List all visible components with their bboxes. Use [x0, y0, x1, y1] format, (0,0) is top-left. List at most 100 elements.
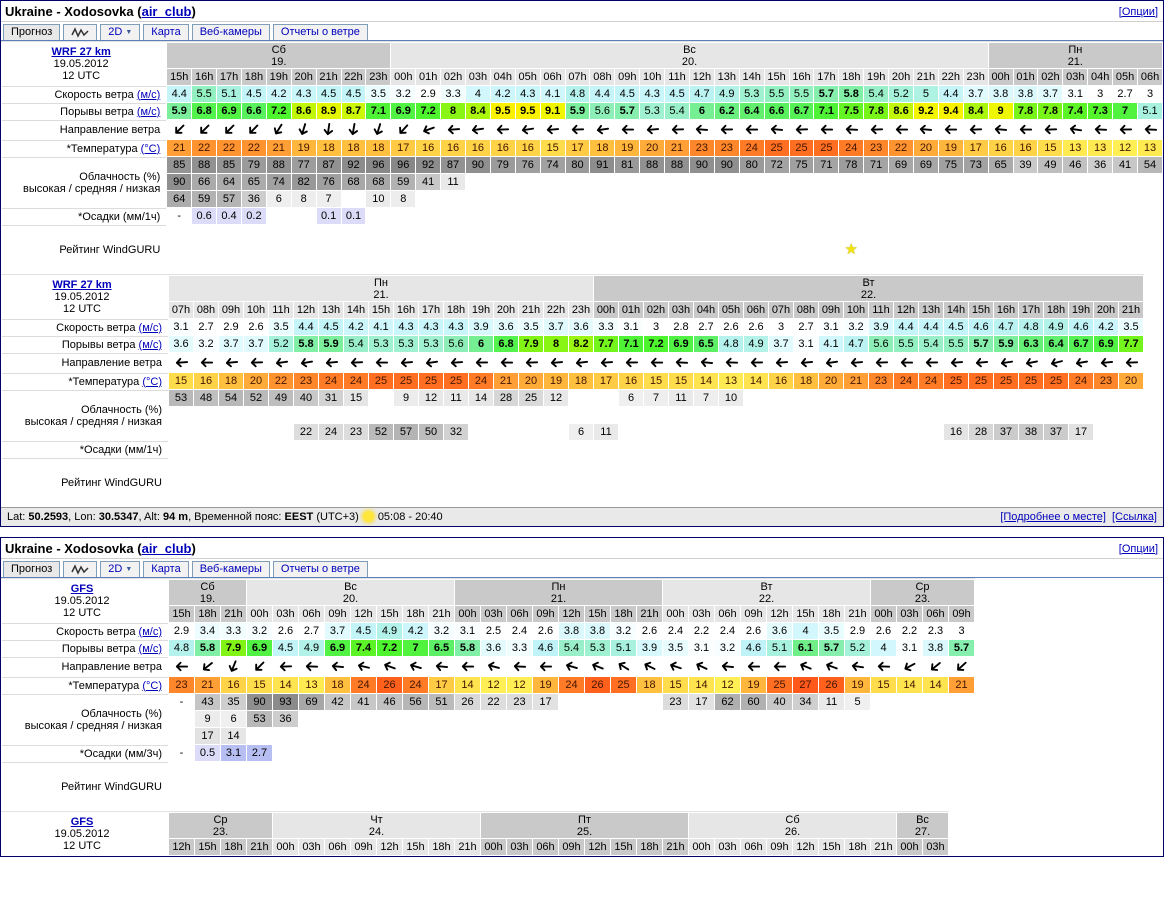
gusts-unit-link[interactable]: (м/с) [139, 643, 162, 655]
temperature-cell: 16 [491, 140, 515, 156]
precip-cell [715, 208, 739, 224]
wind-gust-cell: 8.4 [466, 103, 490, 119]
model-link[interactable]: WRF 27 km [52, 279, 111, 291]
wind-speed-cell: 3.6 [767, 623, 792, 639]
tab-веб-камеры[interactable]: Веб-камеры [192, 24, 270, 40]
wind-direction-cell [740, 120, 764, 139]
model-link[interactable]: GFS [71, 583, 94, 595]
tab-graph[interactable] [63, 561, 97, 577]
options-link[interactable]: [Опции] [1119, 543, 1158, 555]
club-link[interactable]: air_club [142, 541, 192, 556]
cloud-cell [1088, 174, 1112, 190]
temp-unit-link[interactable]: (°C) [141, 143, 161, 155]
wind-speed-cell: 2.6 [273, 623, 298, 639]
place-details-link[interactable]: [Подробнее о месте] [1000, 511, 1106, 523]
speed-unit-link[interactable]: (м/с) [139, 322, 162, 334]
rating-cell [342, 225, 366, 273]
speed-unit-link[interactable]: (м/с) [137, 89, 160, 101]
tab-отчеты-о-ветре[interactable]: Отчеты о ветре [273, 561, 368, 577]
temperature-cell: 15 [247, 677, 272, 693]
wind-gust-cell: 3.9 [637, 640, 662, 656]
cloud-cell [194, 424, 218, 440]
cloud-cell: 59 [192, 191, 216, 207]
club-link[interactable]: air_club [142, 4, 192, 19]
cloud-cell [516, 191, 540, 207]
rating-row-label: Рейтинг WindGURU [2, 762, 168, 810]
hour-header-cell: 14h [344, 302, 368, 318]
wind-gust-cell: 4.8 [169, 640, 194, 656]
cloud-cell [794, 424, 818, 440]
cloud-cell: 6 [569, 424, 593, 440]
model-link[interactable]: WRF 27 km [52, 46, 111, 58]
tab-отчеты-о-ветре[interactable]: Отчеты о ветре [273, 24, 368, 40]
tab-2d[interactable]: 2D▼ [100, 561, 140, 577]
wind-direction-arrow-icon [523, 355, 539, 371]
wind-direction-cell [469, 353, 493, 372]
cloud-cell [719, 424, 743, 440]
rating-cell [394, 458, 418, 506]
cloud-row-label: Облачность (%)высокая / средняя / низкая [2, 390, 168, 440]
precip-cell [719, 441, 743, 457]
speed-unit-link[interactable]: (м/с) [139, 626, 162, 638]
wind-speed-cell: 5.5 [790, 86, 814, 102]
hour-header-cell: 21h [637, 606, 662, 622]
wind-direction-cell [637, 657, 662, 676]
wind-speed-cell: 5 [914, 86, 938, 102]
temperature-cell: 23 [715, 140, 739, 156]
tab-graph[interactable] [63, 24, 97, 40]
cloud-cell: 28 [494, 390, 518, 406]
hour-header-cell: 17h [217, 69, 241, 85]
cloud-cell [244, 424, 268, 440]
rating-cell [663, 762, 688, 810]
cloud-cell [814, 174, 838, 190]
cloud-cell: 68 [342, 174, 366, 190]
temp-unit-link[interactable]: (°C) [142, 376, 162, 388]
temperature-cell: 22 [192, 140, 216, 156]
hour-header-cell: 14h [740, 69, 764, 85]
tab-карта[interactable]: Карта [143, 561, 188, 577]
hour-header-cell: 05h [719, 302, 743, 318]
temp-unit-link[interactable]: (°C) [142, 680, 162, 692]
wind-gust-cell: 3.7 [769, 336, 793, 352]
wind-speed-cell: 5.3 [740, 86, 764, 102]
tab-прогноз[interactable]: Прогноз [3, 561, 60, 577]
hour-header-cell: 03h [897, 606, 922, 622]
country-label: Ukraine [5, 4, 53, 19]
wind-gust-cell: 7.4 [1063, 103, 1087, 119]
gusts-unit-link[interactable]: (м/с) [137, 106, 160, 118]
temperature-cell: 14 [455, 677, 480, 693]
gusts-unit-link[interactable]: (м/с) [139, 339, 162, 351]
day-date: 26. [785, 826, 800, 838]
location-label: Lat: [7, 511, 28, 523]
cloud-cell [1094, 390, 1118, 406]
hour-header-cell: 03h [481, 606, 506, 622]
temperature-cell: 21 [195, 677, 220, 693]
cloud-cell [455, 728, 480, 744]
tab-2d[interactable]: 2D▼ [100, 24, 140, 40]
wind-gust-cell: 5.8 [294, 336, 318, 352]
wind-gust-cell: 6.5 [694, 336, 718, 352]
direction-row-label: Направление ветра [2, 353, 168, 372]
cloud-cell [615, 174, 639, 190]
cloud-cell [444, 407, 468, 423]
options-link[interactable]: [Опции] [1119, 6, 1158, 18]
precip-cell [1094, 441, 1118, 457]
cloud-cell: 66 [192, 174, 216, 190]
rating-cell [585, 762, 610, 810]
tab-веб-камеры[interactable]: Веб-камеры [192, 561, 270, 577]
rating-cell [351, 762, 376, 810]
temperature-cell: 24 [839, 140, 863, 156]
cloud-cell: 6 [619, 390, 643, 406]
model-info: WRF 27 km19.05.201212 UTC [2, 276, 168, 318]
rating-cell [1019, 458, 1043, 506]
tab-прогноз[interactable]: Прогноз [3, 24, 60, 40]
model-link[interactable]: GFS [71, 816, 94, 828]
hour-header-cell: 06h [1138, 69, 1162, 85]
cloud-cell [741, 728, 766, 744]
cloud-cell [715, 191, 739, 207]
tab-карта[interactable]: Карта [143, 24, 188, 40]
wind-direction-cell [1069, 353, 1093, 372]
share-link[interactable]: [Ссылка] [1112, 511, 1157, 523]
day-name: Ср [915, 581, 929, 593]
wind-gust-cell: 6.5 [429, 640, 454, 656]
